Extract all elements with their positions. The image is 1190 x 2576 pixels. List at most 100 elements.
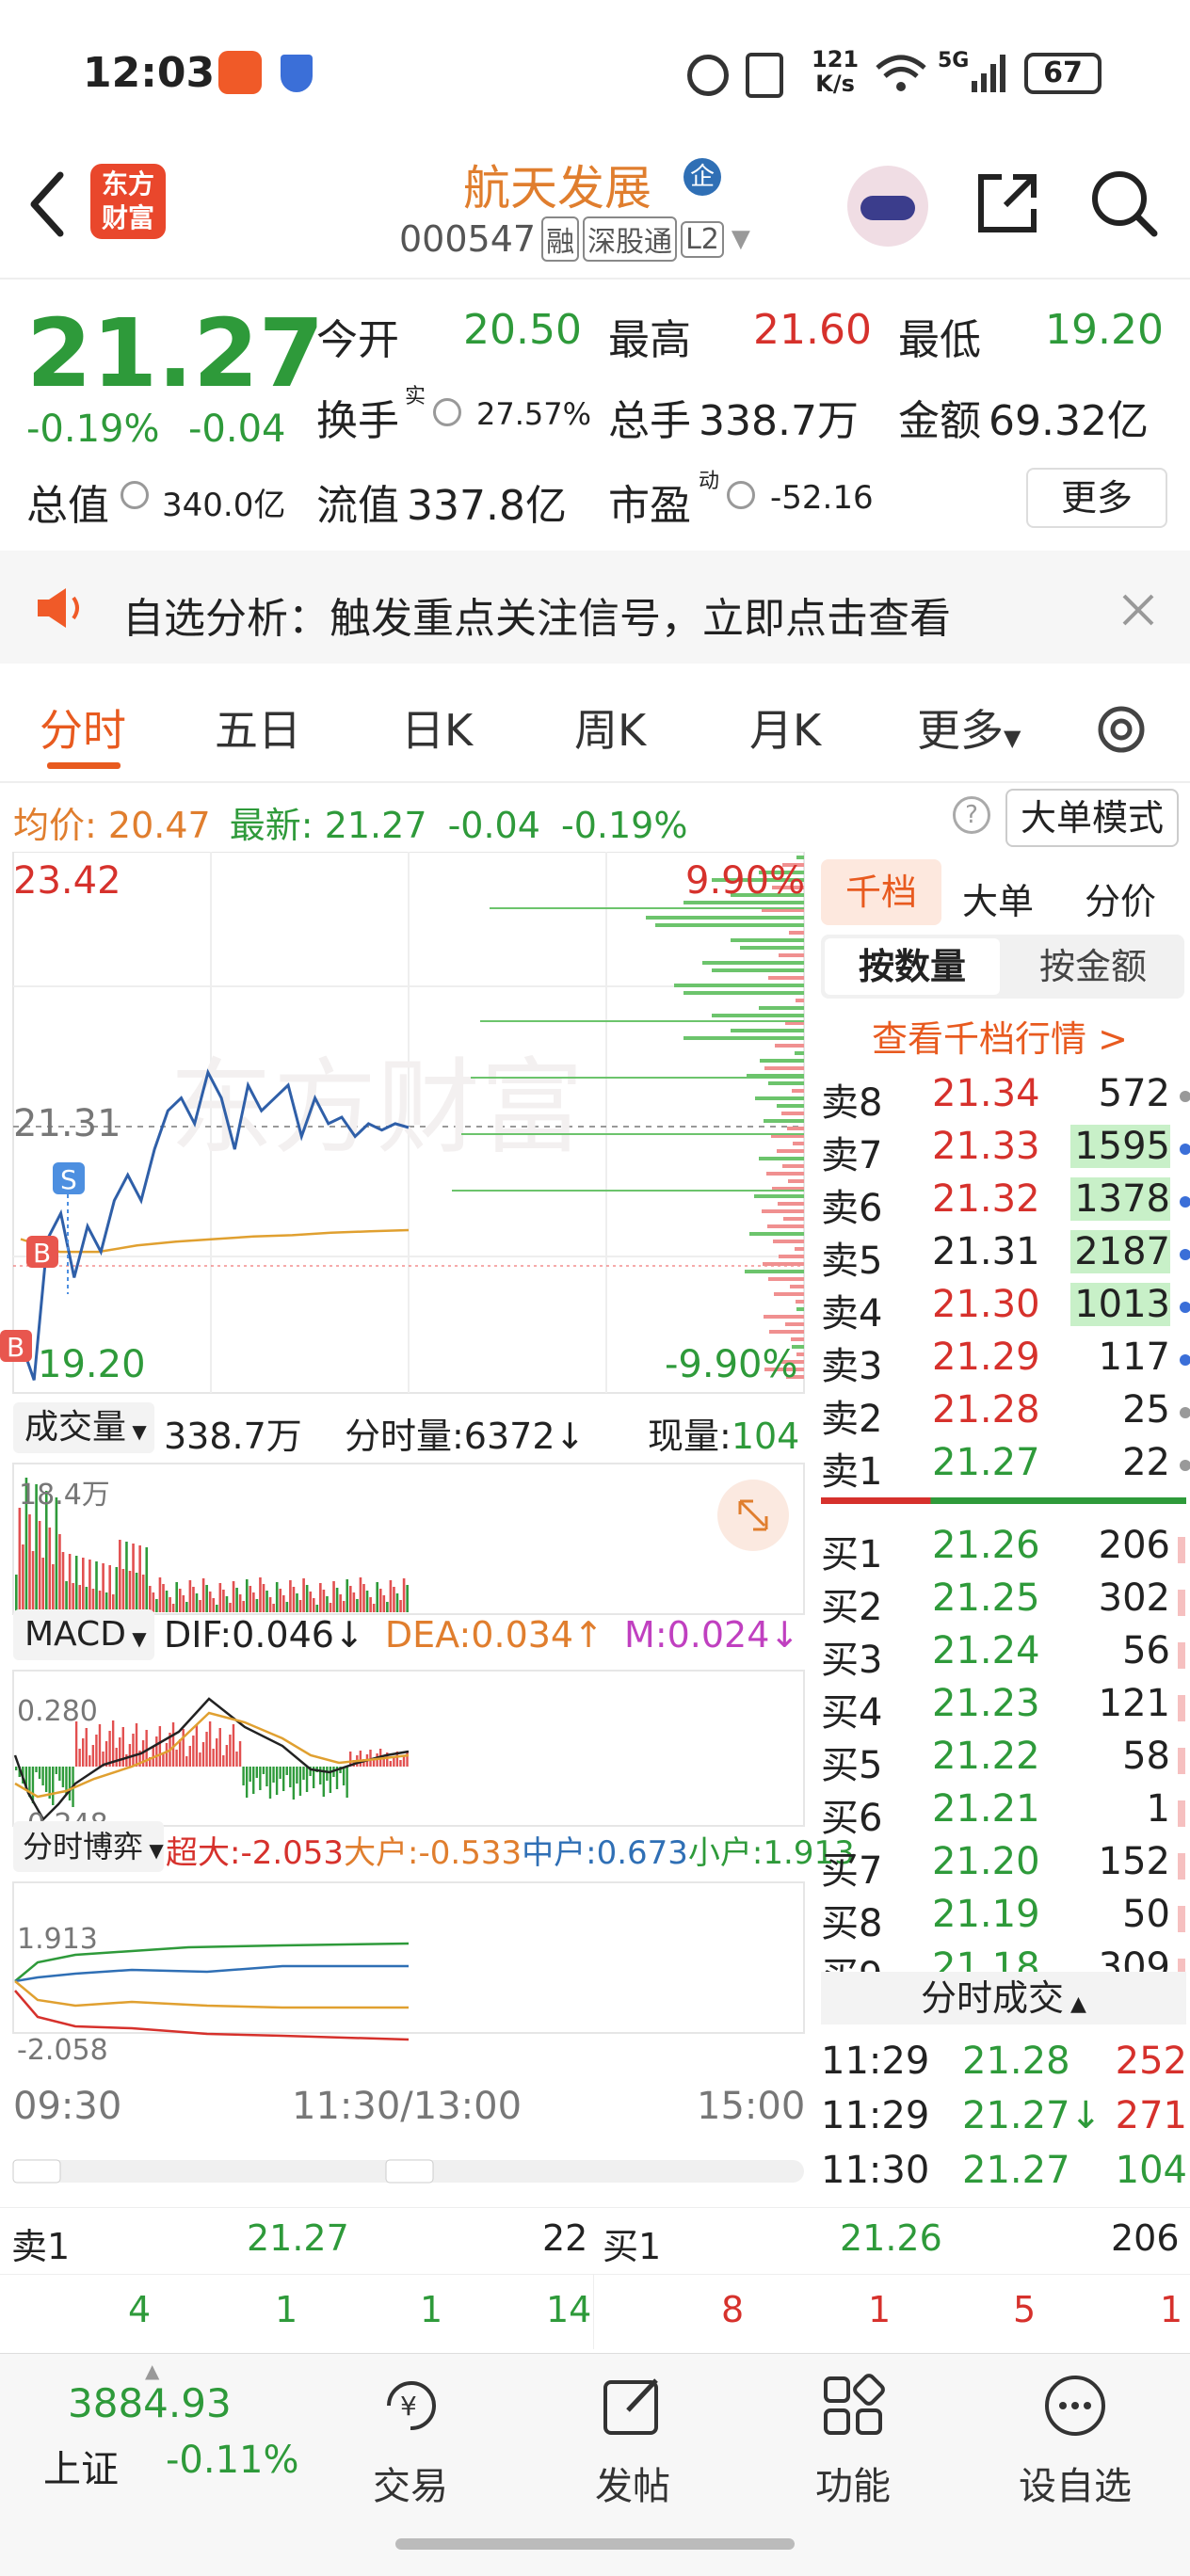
float-label: 流值 — [316, 482, 399, 530]
macd-bar — [282, 1767, 285, 1791]
depth-bar — [764, 1066, 804, 1070]
ask-row[interactable]: 卖3 21.29 117 — [821, 1336, 1190, 1388]
ask-row[interactable]: 卖1 21.27 22 — [821, 1441, 1190, 1494]
pe-label: 市盈 — [608, 482, 691, 530]
macd-bar — [259, 1767, 262, 1790]
last-price: 21.27 — [26, 298, 325, 408]
trade-button[interactable]: ¥ 交易 — [316, 2373, 505, 2510]
minute-volume: 分时量:6372↓ — [345, 1416, 586, 1457]
ask-price: 21.29 — [932, 1336, 1040, 1379]
volume-bar — [362, 1584, 365, 1612]
signal-banner[interactable]: 自选分析：触发重点关注信号，立即点击查看 — [0, 551, 1190, 664]
volume-label: 总手 — [608, 397, 691, 445]
avg-label: 均价: — [13, 805, 97, 846]
net-speed-unit: K/s — [815, 71, 855, 97]
robot-avatar[interactable] — [847, 166, 928, 247]
volume-indicator-select[interactable]: 成交量 ▼ — [13, 1402, 154, 1453]
macd-bar — [192, 1736, 195, 1767]
settings-icon[interactable] — [1092, 700, 1150, 759]
ask-row[interactable]: 卖6 21.32 1378 — [821, 1177, 1190, 1230]
more-button[interactable]: 更多 — [1026, 468, 1167, 528]
by-amount-button[interactable]: 按金额 — [1005, 938, 1181, 995]
post-button[interactable]: 发帖 — [539, 2373, 727, 2510]
depth-bar — [779, 953, 804, 957]
volume-bar — [85, 1587, 88, 1612]
index-name: 上证 — [43, 2448, 119, 2491]
tab-more[interactable]: 更多▼ — [917, 696, 1021, 759]
scroll-handle-right[interactable] — [385, 2159, 434, 2184]
function-button[interactable]: 功能 — [759, 2373, 947, 2510]
ask-row[interactable]: 卖4 21.30 1013 — [821, 1283, 1190, 1336]
tab-fenjia[interactable]: 分价 — [1085, 872, 1156, 924]
buy1-volume: 206 — [1111, 2217, 1180, 2259]
tab-dadan[interactable]: 大单 — [962, 872, 1034, 924]
pe-value: -52.16 — [770, 479, 874, 517]
trade-price: 21.27 — [962, 2149, 1070, 2192]
close-icon[interactable] — [1120, 592, 1156, 628]
macd-bar — [68, 1767, 72, 1800]
vibrate-icon — [746, 53, 783, 98]
view-qiandang-link[interactable]: 查看千档行情 > — [872, 1010, 1128, 1062]
depth-bar — [783, 1217, 804, 1221]
volume-bar — [399, 1600, 402, 1612]
game-indicator-select[interactable]: 分时博弈 ▼ — [13, 1821, 164, 1872]
volume-bar — [225, 1596, 229, 1612]
depth-bar — [740, 946, 804, 950]
macd-bars — [15, 1720, 409, 1807]
help-icon[interactable]: ? — [953, 796, 990, 834]
ask-row[interactable]: 卖7 21.33 1595 — [821, 1125, 1190, 1177]
bid-row[interactable]: 买3 21.24 56 — [821, 1629, 1190, 1682]
ask-row[interactable]: 卖2 21.28 25 — [821, 1388, 1190, 1441]
volume-bar — [171, 1604, 175, 1612]
bid-row[interactable]: 买8 21.19 50 — [821, 1893, 1190, 1945]
macd-bar — [229, 1735, 232, 1767]
big-order-mode-button[interactable]: 大单模式 — [1005, 789, 1179, 847]
by-quantity-button[interactable]: 按数量 — [825, 938, 1000, 995]
bid-row[interactable]: 买4 21.23 121 — [821, 1682, 1190, 1735]
ask-volume: 117 — [1098, 1336, 1170, 1379]
volume-bar — [58, 1534, 61, 1612]
index-widget[interactable]: ▲ 3884.93 上证 -0.11% — [0, 2354, 299, 2542]
bid-row[interactable]: 买2 21.25 302 — [821, 1576, 1190, 1629]
macd-bar — [201, 1742, 205, 1767]
bid-price: 21.23 — [932, 1682, 1040, 1725]
intraday-summary: 均价: 20.47 最新: 21.27 -0.04 -0.19% ? 大单模式 — [0, 783, 1190, 849]
macd-bar — [289, 1767, 292, 1787]
pe-sup: 动 — [699, 470, 720, 493]
tab-qiandang[interactable]: 千档 — [821, 859, 941, 925]
bid-price: 21.22 — [932, 1735, 1040, 1778]
info-icon[interactable] — [121, 481, 149, 509]
ask-row[interactable]: 卖5 21.31 2187 — [821, 1230, 1190, 1283]
search-icon[interactable] — [1088, 168, 1160, 239]
chevron-down-icon[interactable]: ▼ — [732, 225, 750, 253]
tab-daily-k[interactable]: 日K — [401, 696, 473, 759]
ask-row[interactable]: 卖8 21.34 572 — [821, 1072, 1190, 1125]
macd-bar — [98, 1724, 102, 1767]
bid-row[interactable]: 买1 21.26 206 — [821, 1524, 1190, 1576]
depth-bar — [712, 968, 804, 972]
tab-monthly-k[interactable]: 月K — [749, 696, 821, 759]
bid-row[interactable]: 买7 21.20 152 — [821, 1840, 1190, 1893]
home-indicator — [395, 2538, 795, 2550]
bid-row[interactable]: 买6 21.21 1 — [821, 1787, 1190, 1840]
chart-canvas[interactable]: 东方财富 S B B — [0, 852, 810, 2207]
macd-bar — [178, 1739, 182, 1767]
add-watchlist-button[interactable]: 设自选 — [981, 2373, 1169, 2510]
ask-label: 卖7 — [821, 1134, 883, 1177]
info-icon[interactable] — [433, 398, 461, 426]
volume-bar — [229, 1603, 232, 1612]
tab-weekly-k[interactable]: 周K — [574, 696, 646, 759]
bid-row[interactable]: 买5 21.22 58 — [821, 1735, 1190, 1787]
depth-bar — [702, 961, 804, 965]
scroll-handle-left[interactable] — [12, 2159, 61, 2184]
back-arrow-icon[interactable] — [28, 171, 66, 237]
volume-bar — [252, 1592, 255, 1612]
info-icon[interactable] — [727, 481, 755, 509]
tab-intraday[interactable]: 分时 — [40, 696, 126, 759]
volume-bar — [298, 1600, 302, 1612]
share-icon[interactable] — [973, 169, 1041, 237]
tab-five-day[interactable]: 五日 — [215, 696, 301, 759]
trade-ticker-header[interactable]: 分时成交 ▲ — [821, 1972, 1186, 2024]
macd-indicator-select[interactable]: MACD ▼ — [13, 1609, 154, 1660]
depth-bar — [683, 1036, 804, 1040]
